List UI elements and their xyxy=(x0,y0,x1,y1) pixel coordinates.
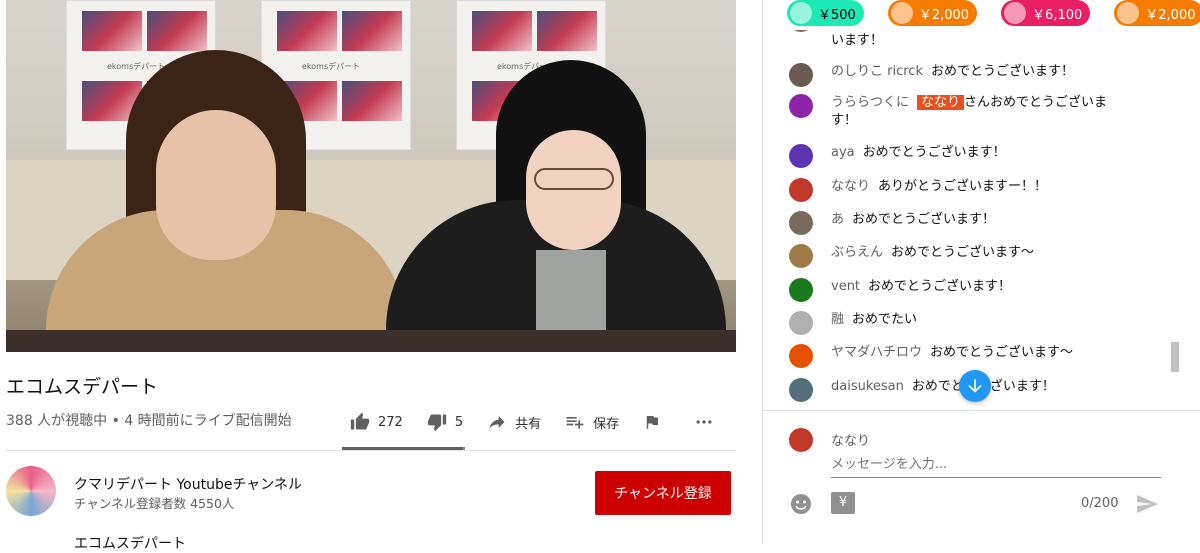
chat-author-name: うららつくに xyxy=(831,95,910,110)
super-chat-ticker-bar: ￥500 ￥2,000 ￥6,100 ￥2,000 xyxy=(763,0,1200,30)
chat-author-avatar xyxy=(789,178,813,202)
my-name: ななり xyxy=(831,434,871,449)
chat-message-text: おめでとうございます！ xyxy=(862,145,1006,160)
save-label: 保存 xyxy=(593,416,620,432)
ticker-amount: ￥6,100 xyxy=(1032,7,1083,23)
divider xyxy=(6,450,736,451)
chat-message[interactable]: 融おめでたい xyxy=(789,311,917,335)
video-column: ekomsデパート ekomsデパート ekomsデパート エコムスデパート 3… xyxy=(0,0,760,552)
divider xyxy=(763,410,1200,411)
chat-author-avatar xyxy=(789,211,813,235)
chat-author-avatar xyxy=(789,344,813,368)
chat-scrollbar[interactable] xyxy=(1169,30,1181,408)
share-label: 共有 xyxy=(515,416,542,432)
video-description: エコムスデパート xyxy=(74,536,186,552)
character-counter: 0/200 xyxy=(1081,496,1119,511)
ticker-avatar xyxy=(790,2,812,24)
chat-message-text: います！ xyxy=(831,33,884,48)
channel-avatar[interactable] xyxy=(6,466,56,516)
chat-mention: ななり xyxy=(917,95,965,110)
super-chat-ticker[interactable]: ￥2,000 xyxy=(887,0,978,26)
thumbs-down-icon xyxy=(427,414,446,432)
chat-author-avatar xyxy=(789,144,813,168)
video-meta: 388 人が視聴中 • 4 時間前にライブ配信開始 xyxy=(6,413,292,429)
scroll-to-bottom-button[interactable] xyxy=(959,370,991,402)
like-count: 272 xyxy=(378,414,403,430)
like-button[interactable]: 272 xyxy=(350,412,403,432)
chat-message-text: おめでたい xyxy=(852,312,918,327)
share-icon xyxy=(489,416,505,429)
chat-author-name: ななり xyxy=(831,179,871,194)
chat-author-avatar xyxy=(789,378,813,402)
chat-message[interactable]: うららつくに ななり さんおめでとうございます！ xyxy=(789,94,1131,130)
super-chat-ticker[interactable]: ￥500 xyxy=(787,0,864,26)
super-chat-button[interactable]: ¥ xyxy=(831,492,855,514)
chat-message-text: おめでとうございます！ xyxy=(930,64,1074,79)
chat-scrollbar-thumb[interactable] xyxy=(1171,342,1179,372)
person-left xyxy=(46,50,406,352)
chat-message[interactable]: daisukesanおめでとうございます！ xyxy=(789,378,1055,402)
playlist-add-icon xyxy=(566,417,584,429)
chat-author-name: 融 xyxy=(831,312,845,327)
chat-author-name: のしりこ ricrck xyxy=(831,64,923,79)
ticker-avatar xyxy=(890,2,913,24)
chat-author-avatar xyxy=(789,311,813,335)
ticker-amount: ￥500 xyxy=(818,7,856,23)
chat-message-list: います！ のしりこ ricrck おめでとうございます！ うららつくに ななり さんおめで… xyxy=(763,30,1183,410)
person-right xyxy=(386,60,726,352)
ticker-avatar xyxy=(1004,2,1027,24)
chat-message[interactable]: います！ xyxy=(789,30,884,50)
video-actions: 272 5 共有 保存 xyxy=(350,410,747,434)
chat-author-avatar xyxy=(789,63,813,87)
chat-message[interactable]: ヤマダハチロウ おめでとうございます〜 xyxy=(789,344,1073,368)
chat-author-name: aya xyxy=(831,145,855,160)
chat-author-name: ぶらえん xyxy=(831,245,884,260)
chat-message-text: おめでとうございます！ xyxy=(852,212,996,227)
chat-message-text: ありがとうございますー！！ xyxy=(878,179,1048,194)
chat-message[interactable]: vent おめでとうございます！ xyxy=(789,278,1011,302)
chat-author-name: vent xyxy=(831,279,861,294)
chat-author-name: daisukesan xyxy=(831,379,904,394)
super-chat-ticker[interactable]: ￥6,100 xyxy=(1001,0,1091,26)
chat-author-avatar xyxy=(789,94,813,118)
chat-message[interactable]: ぶらえん おめでとうございます〜 xyxy=(789,244,1034,268)
channel-name[interactable]: クマリデパート Youtubeチャンネル xyxy=(74,474,302,494)
flag-icon xyxy=(646,416,659,429)
chat-author-avatar xyxy=(789,278,813,302)
emoji-icon[interactable] xyxy=(789,492,813,516)
video-title: エコムスデパート xyxy=(6,376,159,398)
table-edge xyxy=(6,330,736,352)
more-button[interactable] xyxy=(693,412,723,432)
chat-author-name: ヤマダハチロウ xyxy=(831,345,923,360)
chat-message[interactable]: ななり ありがとうございますー！！ xyxy=(789,178,1047,202)
save-button[interactable]: 保存 xyxy=(565,412,619,432)
arrow-down-icon xyxy=(968,379,982,393)
dislike-count: 5 xyxy=(454,414,464,430)
send-icon[interactable] xyxy=(1133,492,1161,516)
chat-message[interactable]: あおめでとうございます！ xyxy=(789,211,995,235)
video-player[interactable]: ekomsデパート ekomsデパート ekomsデパート xyxy=(6,0,736,352)
chat-message[interactable]: のしりこ ricrck おめでとうございます！ xyxy=(789,63,1074,87)
ticker-avatar xyxy=(1117,2,1140,24)
chat-author-name: あ xyxy=(831,212,845,227)
chat-message-input[interactable] xyxy=(831,452,1161,478)
my-avatar xyxy=(789,428,813,452)
thumbs-up-icon xyxy=(350,412,370,430)
chat-message-text: おめでとうございます！ xyxy=(868,279,1012,294)
more-horizontal-icon xyxy=(696,420,712,424)
share-button[interactable]: 共有 xyxy=(487,412,541,432)
report-button[interactable] xyxy=(643,413,669,431)
ticker-amount: ￥2,000 xyxy=(1145,7,1196,23)
super-chat-ticker[interactable]: ￥2,000 xyxy=(1114,0,1200,26)
chat-author-avatar xyxy=(789,30,813,32)
subscribe-button[interactable]: チャンネル登録 xyxy=(595,471,731,515)
chat-message-text: おめでとうございます〜 xyxy=(891,245,1035,260)
channel-subscriber-count: チャンネル登録者数 4550人 xyxy=(74,496,235,511)
chat-message[interactable]: aya おめでとうございます！ xyxy=(789,144,1006,168)
chat-author-avatar xyxy=(789,244,813,268)
chat-message-text: おめでとうございます〜 xyxy=(930,345,1074,360)
live-chat-panel: ￥500 ￥2,000 ￥6,100 ￥2,000 います！ のしりこ ricrck おめ… xyxy=(762,0,1200,544)
ticker-amount: ￥2,000 xyxy=(918,7,970,23)
dislike-button[interactable]: 5 xyxy=(427,412,463,432)
